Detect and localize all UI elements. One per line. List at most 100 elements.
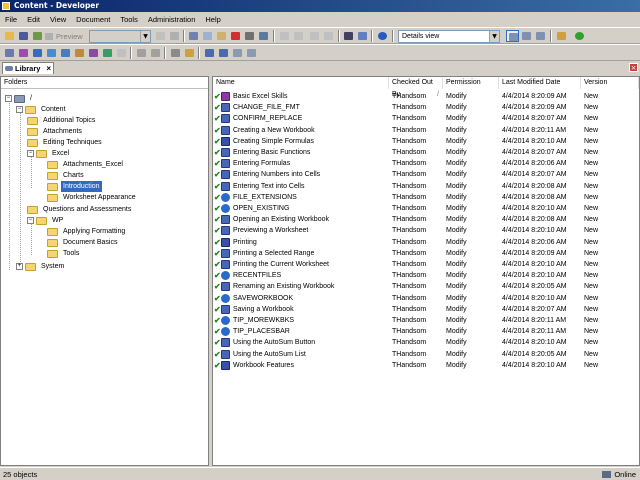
table-row[interactable]: ✔ Entering Numbers into Cells THandsom Modi… [213,169,639,180]
cut-icon[interactable] [187,30,200,42]
table-row[interactable]: ✔ TIP_MOREWKBKS THandsom Modify 4/4/2014 8:2… [213,315,639,326]
new-glossary-icon[interactable] [59,47,72,59]
table-row[interactable]: ✔ Saving a Workbook THandsom Modify 4/4/2014… [213,304,639,315]
paste-icon[interactable] [215,30,228,42]
table-row[interactable]: ✔ OPEN_EXISTING THandsom Modify 4/4/2014 8:2… [213,203,639,214]
column-header-name[interactable]: Name [213,77,389,89]
properties-icon[interactable] [154,30,167,42]
table-row[interactable]: ✔ Renaming an Existing Workbook THandsom Mo… [213,281,639,292]
tree-node-worksheet-appearance[interactable]: Worksheet Appearance [38,192,208,203]
table-row[interactable]: ✔ Printing THandsom Modify 4/4/2014 8:20:06 … [213,237,639,248]
table-row[interactable]: ✔ Using the AutoSum List THandsom Modify 4/4… [213,349,639,360]
tree-node-wp[interactable]: − WP [27,215,207,226]
outdent-icon[interactable] [322,30,335,42]
new-topic-icon[interactable] [31,47,44,59]
tree-node-applying-formatting[interactable]: Applying Formatting [38,226,208,237]
table-row[interactable]: ✔ Creating a New Workbook THandsom Modify 4/… [213,125,639,136]
column-header-checked-out-by[interactable]: Checked Out By [389,77,443,101]
collapse-icon[interactable]: − [5,95,12,102]
concept-icon[interactable] [183,47,196,59]
panel-close-icon[interactable]: × [629,63,638,72]
table-row[interactable]: ✔ RECENTFILES THandsom Modify 4/4/2014 8:20:… [213,270,639,281]
details-view-icon[interactable] [506,30,519,42]
collapse-icon[interactable]: − [16,106,23,113]
move-up-icon[interactable] [203,47,216,59]
preview-button[interactable]: Preview [44,30,86,43]
tree-node-content[interactable]: − Content [16,104,206,115]
new-package-icon[interactable] [73,47,86,59]
table-row[interactable]: ✔ CONFIRM_REPLACE THandsom Modify 4/4/2014 8… [213,113,639,124]
help-icon[interactable] [376,30,389,42]
record-icon[interactable] [149,47,162,59]
expand-icon[interactable]: + [16,263,23,270]
tree-node-tools[interactable]: Tools [38,248,208,259]
indent-icon[interactable] [308,30,321,42]
menu-tools[interactable]: Tools [115,13,143,26]
link-icon[interactable] [135,47,148,59]
table-row[interactable]: ✔ Entering Formulas THandsom Modify 4/4/2014… [213,158,639,169]
table-row[interactable]: ✔ Previewing a Worksheet THandsom Modify 4/4… [213,225,639,236]
rename-icon[interactable] [243,30,256,42]
table-row[interactable]: ✔ Workbook Features THandsom Modify 4/4/2014… [213,360,639,371]
layout-icon[interactable] [555,30,568,42]
column-header-last-modified[interactable]: Last Modified Date [499,77,581,89]
split-view-icon[interactable] [520,30,533,42]
new-module-icon[interactable] [3,47,16,59]
table-row[interactable]: ✔ TIP_PLACESBAR THandsom Modify 4/4/2014 8:2… [213,326,639,337]
tree-node-document-basics[interactable]: Document Basics [38,237,208,248]
new-assessment-icon[interactable] [101,47,114,59]
tree-node-attachments[interactable]: Attachments [27,126,207,137]
preview-select[interactable]: ▼ [89,30,151,43]
table-row[interactable]: ✔ FILE_EXTENSIONS THandsom Modify 4/4/2014 8… [213,192,639,203]
menu-file[interactable]: File [0,13,22,26]
import-icon[interactable] [231,47,244,59]
new-section-icon[interactable] [17,47,30,59]
table-row[interactable]: ✔ Entering Text into Cells THandsom Modify 4… [213,181,639,192]
tree-node-charts[interactable]: Charts [38,170,208,181]
table-row[interactable]: ✔ SAVEWORKBOOK THandsom Modify 4/4/2014 8:20… [213,293,639,304]
collapse-icon[interactable]: − [27,217,34,224]
view-select[interactable]: Details view ▼ [398,30,500,43]
table-row[interactable]: ✔ Basic Excel Skills THandsom Modify 4/4/201… [213,91,639,102]
tab-library[interactable]: Library × [2,62,54,74]
table-row[interactable]: ✔ Opening an Existing Workbook THandsom Mod… [213,214,639,225]
collapse-icon[interactable]: − [27,150,34,157]
close-icon[interactable]: × [46,63,51,74]
tree-node-attachments-excel[interactable]: Attachments_Excel [38,159,208,170]
refresh-icon[interactable] [573,30,586,42]
find-icon[interactable] [257,30,270,42]
menu-document[interactable]: Document [71,13,115,26]
new-question-icon[interactable] [87,47,100,59]
menu-administration[interactable]: Administration [143,13,201,26]
tree-node-system[interactable]: + System [16,261,206,272]
columns-view-icon[interactable] [534,30,547,42]
undo-icon[interactable] [278,30,291,42]
binoculars-icon[interactable] [342,30,355,42]
copy-icon[interactable] [201,30,214,42]
menu-view[interactable]: View [45,13,71,26]
column-header-permission[interactable]: Permission [443,77,499,89]
publish-icon[interactable] [168,30,181,42]
menu-edit[interactable]: Edit [22,13,45,26]
check-in-icon[interactable] [31,30,44,42]
outline-icon[interactable] [169,47,182,59]
table-row[interactable]: ✔ Using the AutoSum Button THandsom Modify 4… [213,337,639,348]
tree-node-excel[interactable]: − Excel [27,148,207,159]
export-icon[interactable] [245,47,258,59]
table-row[interactable]: ✔ Creating Simple Formulas THandsom Modify 4… [213,136,639,147]
tree-node-root[interactable]: − / [5,93,205,104]
table-row[interactable]: ✔ CHANGE_FILE_FMT THandsom Modify 4/4/2014 8… [213,102,639,113]
menu-help[interactable]: Help [200,13,225,26]
table-row[interactable]: ✔ Printing a Selected Range THandsom Modify… [213,248,639,259]
redo-icon[interactable] [292,30,305,42]
tree-node-additional-topics[interactable]: Additional Topics [27,115,207,126]
move-down-icon[interactable] [217,47,230,59]
open-icon[interactable] [3,30,16,42]
delete-icon[interactable] [229,30,242,42]
save-icon[interactable] [17,30,30,42]
table-row[interactable]: ✔ Printing the Current Worksheet THandsom M… [213,259,639,270]
filter-icon[interactable] [356,30,369,42]
tree-node-editing-techniques[interactable]: Editing Techniques [27,137,207,148]
new-web-page-icon[interactable] [45,47,58,59]
tree-node-questions-assessments[interactable]: Questions and Assessments [27,204,207,215]
